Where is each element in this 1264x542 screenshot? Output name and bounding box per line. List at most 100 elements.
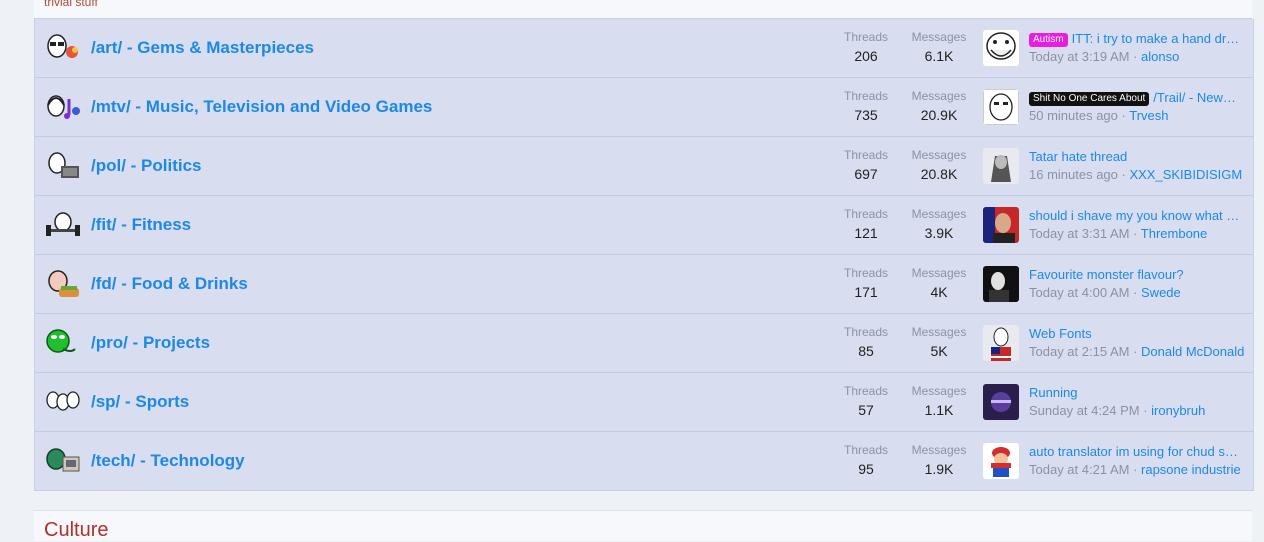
latest-post-meta: Today at 3:31 AM · Thrembone (1029, 226, 1208, 241)
threads-count: 171 (854, 284, 878, 300)
green-pepe-icon (45, 327, 81, 359)
messages-label: Messages (911, 148, 967, 162)
threads-label: Threads (843, 384, 889, 398)
forum-title-link[interactable]: /fd/ - Food & Drinks (91, 274, 248, 294)
wojak-glasses-icon (45, 32, 81, 64)
category-description: trivial stuff (44, 0, 98, 9)
messages-stat: Messages 20.9K (904, 88, 974, 126)
latest-post-time[interactable]: Today at 2:15 AM (1029, 344, 1129, 359)
latest-post-user[interactable]: Thrembone (1141, 226, 1207, 241)
messages-count: 1.1K (924, 402, 954, 418)
latest-post-time[interactable]: Today at 3:31 AM (1029, 226, 1129, 241)
latest-post: auto translator im using for chud s… Tod… (1029, 443, 1249, 479)
messages-stat: Messages 20.8K (904, 147, 974, 185)
latest-thread-link[interactable]: Favourite monster flavour? (1029, 267, 1184, 282)
threads-label: Threads (843, 207, 889, 221)
thread-prefix-badge[interactable]: Autism (1029, 33, 1068, 47)
latest-poster-avatar[interactable] (983, 384, 1019, 420)
thread-prefix-badge[interactable]: Shit No One Cares About (1029, 92, 1150, 106)
latest-post-meta: Today at 2:15 AM · Donald McDonald (1029, 344, 1245, 359)
wojak-dumbbell-icon (45, 209, 81, 241)
threads-stat: Threads 206 (831, 29, 901, 67)
forum-title-link[interactable]: /pol/ - Politics (91, 156, 202, 176)
messages-count: 4K (930, 284, 948, 300)
forum-title-link[interactable]: /mtv/ - Music, Television and Video Game… (91, 97, 432, 117)
messages-stat: Messages 3.9K (904, 206, 974, 244)
latest-thread-link[interactable]: ITT: i try to make a hand dr… (1072, 31, 1240, 46)
forum-list: /art/ - Gems & Masterpieces Threads 206 … (34, 19, 1254, 491)
latest-post-user[interactable]: Donald McDonald (1141, 344, 1244, 359)
latest-post-time[interactable]: Today at 3:19 AM (1029, 49, 1129, 64)
latest-post-meta: Sunday at 4:24 PM · ironybruh (1029, 403, 1206, 418)
latest-thread-link[interactable]: Web Fonts (1029, 326, 1092, 341)
threads-count: 85 (858, 343, 874, 359)
messages-count: 3.9K (924, 225, 954, 241)
latest-post-user[interactable]: ironybruh (1151, 403, 1205, 418)
wojak-headphones-icon (45, 91, 81, 123)
latest-post-time[interactable]: 16 minutes ago (1029, 167, 1118, 182)
messages-label: Messages (911, 325, 967, 339)
threads-count: 206 (854, 48, 878, 64)
latest-thread-link[interactable]: /Trail/ - New… (1153, 90, 1236, 105)
latest-post: Autism ITT: i try to make a hand dr… Toda… (1029, 30, 1249, 66)
latest-post-time[interactable]: 50 minutes ago (1029, 108, 1118, 123)
wojak-laptop-icon (45, 150, 81, 182)
latest-thread-link[interactable]: Running (1029, 385, 1077, 400)
latest-thread-link[interactable]: should i shave my you know what … (1029, 208, 1239, 223)
threads-stat: Threads 121 (831, 206, 901, 244)
messages-stat: Messages 4K (904, 265, 974, 303)
category-title[interactable]: Culture (44, 519, 108, 542)
latest-post-user[interactable]: rapsone industrie (1141, 462, 1241, 477)
threads-stat: Threads 171 (831, 265, 901, 303)
messages-count: 6.1K (924, 48, 954, 64)
forum-title-link[interactable]: /tech/ - Technology (91, 451, 245, 471)
messages-count: 1.9K (924, 461, 954, 477)
forum-title-link[interactable]: /fit/ - Fitness (91, 215, 191, 235)
threads-label: Threads (843, 89, 889, 103)
forum-title-link[interactable]: /art/ - Gems & Masterpieces (91, 38, 314, 58)
latest-post-user[interactable]: alonso (1141, 49, 1179, 64)
latest-poster-avatar[interactable] (983, 325, 1019, 361)
forum-row: /fd/ - Food & Drinks Threads 171 Message… (35, 255, 1253, 314)
threads-label: Threads (843, 443, 889, 457)
latest-thread-link[interactable]: auto translator im using for chud s… (1029, 444, 1238, 459)
forum-title-link[interactable]: /pro/ - Projects (91, 333, 210, 353)
forum-row: /tech/ - Technology Threads 95 Messages … (35, 432, 1253, 490)
latest-poster-avatar[interactable] (983, 443, 1019, 479)
latest-thread-link[interactable]: Tatar hate thread (1029, 149, 1127, 164)
threads-label: Threads (843, 266, 889, 280)
messages-count: 5K (930, 343, 948, 359)
latest-post-time[interactable]: Today at 4:00 AM (1029, 285, 1129, 300)
latest-post-user[interactable]: XXX_SKIBIDISIGM (1129, 167, 1242, 182)
threads-count: 95 (858, 461, 874, 477)
forum-row: /sp/ - Sports Threads 57 Messages 1.1K R… (35, 373, 1253, 432)
latest-poster-avatar[interactable] (983, 148, 1019, 184)
latest-post-meta: Today at 3:19 AM · alonso (1029, 49, 1180, 64)
messages-label: Messages (911, 266, 967, 280)
latest-post-title-line: auto translator im using for chud s… (1029, 443, 1249, 460)
latest-post: should i shave my you know what … Today … (1029, 207, 1249, 243)
threads-label: Threads (843, 325, 889, 339)
latest-poster-avatar[interactable] (983, 30, 1019, 66)
forum-row: /fit/ - Fitness Threads 121 Messages 3.9… (35, 196, 1253, 255)
threads-stat: Threads 95 (831, 442, 901, 480)
category-header-strip: trivial stuff (34, 0, 1252, 19)
latest-poster-avatar[interactable] (983, 207, 1019, 243)
latest-post-time[interactable]: Today at 4:21 AM (1029, 462, 1129, 477)
forum-title-link[interactable]: /sp/ - Sports (91, 392, 189, 412)
threads-count: 697 (854, 166, 878, 182)
latest-poster-avatar[interactable] (983, 89, 1019, 125)
wojak-trio-icon (45, 386, 81, 418)
forum-row: /art/ - Gems & Masterpieces Threads 206 … (35, 19, 1253, 78)
latest-post-title-line: Autism ITT: i try to make a hand dr… (1029, 30, 1249, 47)
latest-post: Web Fonts Today at 2:15 AM · Donald McDo… (1029, 325, 1249, 361)
latest-post-user[interactable]: Trvesh (1129, 108, 1168, 123)
messages-label: Messages (911, 30, 967, 44)
threads-stat: Threads 57 (831, 383, 901, 421)
latest-post-user[interactable]: Swede (1141, 285, 1181, 300)
messages-stat: Messages 5K (904, 324, 974, 362)
latest-post-title-line: Tatar hate thread (1029, 148, 1249, 165)
latest-poster-avatar[interactable] (983, 266, 1019, 302)
latest-post-title-line: Running (1029, 384, 1249, 401)
latest-post-time[interactable]: Sunday at 4:24 PM (1029, 403, 1140, 418)
